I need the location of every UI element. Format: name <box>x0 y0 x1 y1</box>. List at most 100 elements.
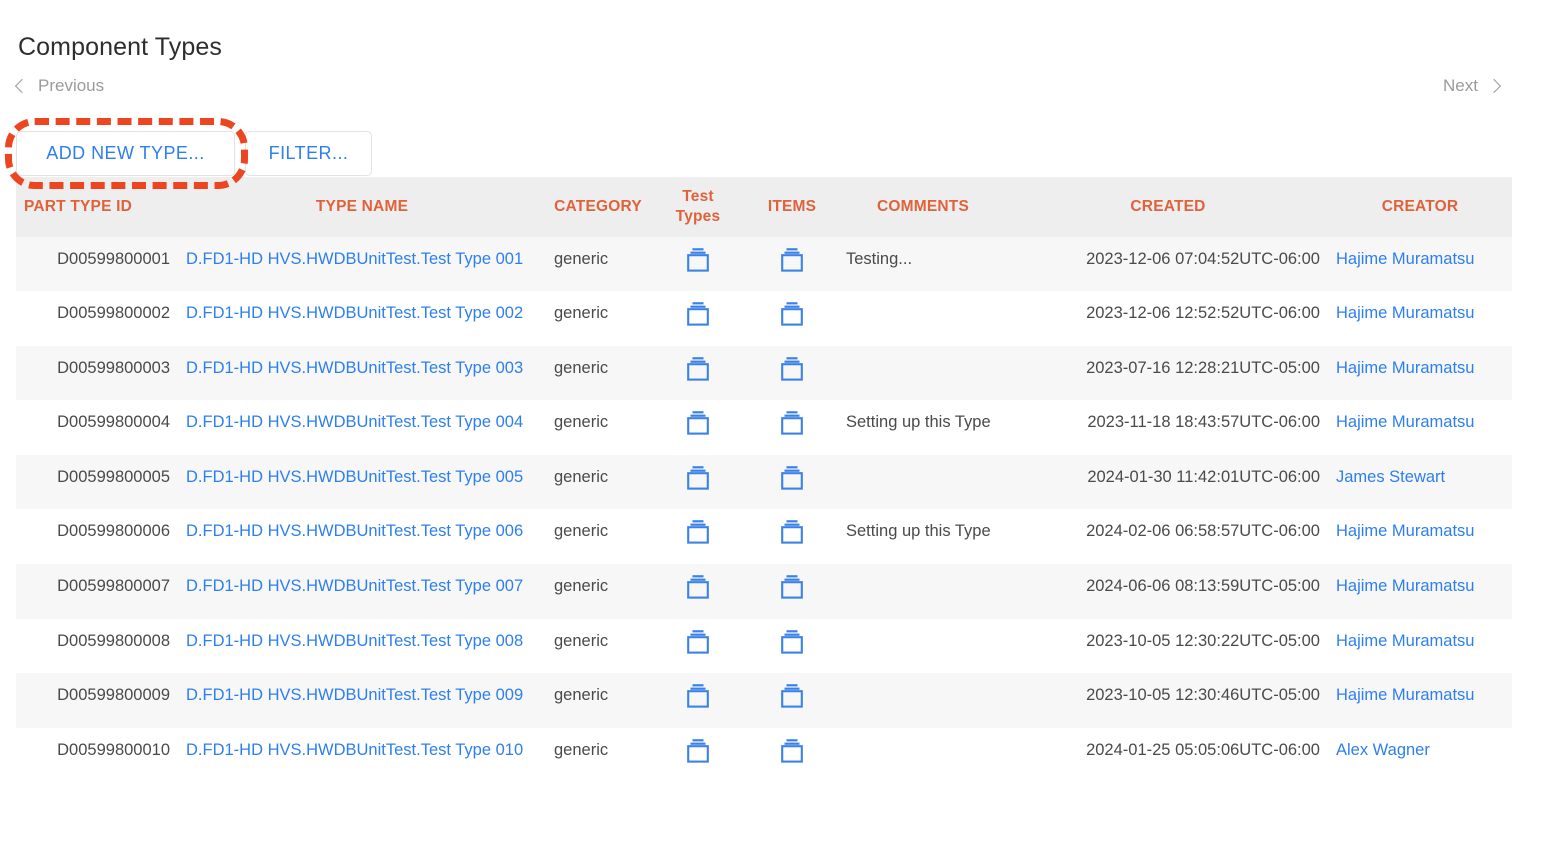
cell-items[interactable] <box>746 509 838 565</box>
cell-items[interactable] <box>746 400 838 455</box>
box-stack-icon[interactable] <box>686 738 710 764</box>
cell-type-name: D.FD1-HD HVS.HWDBUnitTest.Test Type 008 <box>178 618 546 674</box>
creator-link[interactable]: Hajime Muramatsu <box>1336 632 1474 650</box>
table-row: D00599800009 D.FD1-HD HVS.HWDBUnitTest.Te… <box>16 673 1512 728</box>
type-name-link[interactable]: D.FD1-HD HVS.HWDBUnitTest.Test Type 008 <box>186 632 523 650</box>
box-stack-icon[interactable] <box>780 574 804 600</box>
cell-category: generic <box>546 618 650 674</box>
previous-label: Previous <box>38 76 105 95</box>
cell-type-name: D.FD1-HD HVS.HWDBUnitTest.Test Type 006 <box>178 509 546 565</box>
type-name-link[interactable]: D.FD1-HD HVS.HWDBUnitTest.Test Type 001 <box>186 250 523 268</box>
cell-test-types[interactable] <box>650 345 746 401</box>
cell-created: 2024-06-06 08:13:59UTC-05:00 <box>1008 564 1328 619</box>
box-stack-icon[interactable] <box>686 410 710 436</box>
cell-test-types[interactable] <box>650 236 746 292</box>
table-row: D00599800010 D.FD1-HD HVS.HWDBUnitTest.Te… <box>16 727 1512 783</box>
cell-type-name: D.FD1-HD HVS.HWDBUnitTest.Test Type 004 <box>178 400 546 455</box>
cell-test-types[interactable] <box>650 509 746 565</box>
box-stack-icon[interactable] <box>780 519 804 545</box>
toolbar: ADD NEW TYPE... FILTER... <box>16 131 372 176</box>
column-header-test-types[interactable]: Test Types <box>650 177 746 237</box>
type-name-link[interactable]: D.FD1-HD HVS.HWDBUnitTest.Test Type 006 <box>186 522 523 540</box>
add-new-type-button[interactable]: ADD NEW TYPE... <box>16 131 235 176</box>
cell-items[interactable] <box>746 345 838 401</box>
creator-link[interactable]: Hajime Muramatsu <box>1336 359 1474 377</box>
cell-items[interactable] <box>746 727 838 783</box>
column-header-type-name[interactable]: TYPE NAME <box>178 177 546 237</box>
box-stack-icon[interactable] <box>780 247 804 273</box>
column-header-items[interactable]: ITEMS <box>746 177 838 237</box>
box-stack-icon[interactable] <box>686 356 710 382</box>
box-stack-icon[interactable] <box>686 301 710 327</box>
cell-items[interactable] <box>746 564 838 619</box>
box-stack-icon[interactable] <box>780 301 804 327</box>
type-name-link[interactable]: D.FD1-HD HVS.HWDBUnitTest.Test Type 010 <box>186 741 523 759</box>
creator-link[interactable]: Hajime Muramatsu <box>1336 304 1474 322</box>
box-stack-icon[interactable] <box>780 356 804 382</box>
box-stack-icon[interactable] <box>780 410 804 436</box>
cell-created: 2024-01-25 05:05:06UTC-06:00 <box>1008 727 1328 783</box>
cell-items[interactable] <box>746 454 838 510</box>
box-stack-icon[interactable] <box>686 519 710 545</box>
component-types-page: Component Types Previous Next ADD NEW TY… <box>0 0 1542 854</box>
cell-category: generic <box>546 673 650 728</box>
cell-type-name: D.FD1-HD HVS.HWDBUnitTest.Test Type 005 <box>178 454 546 510</box>
cell-part-type-id: D00599800010 <box>16 727 178 783</box>
chevron-right-icon <box>1489 77 1500 95</box>
column-header-part-type-id[interactable]: PART TYPE ID <box>16 177 178 237</box>
next-page-button[interactable]: Next <box>1443 76 1500 96</box>
creator-link[interactable]: Hajime Muramatsu <box>1336 413 1474 431</box>
cell-creator: Hajime Muramatsu <box>1328 618 1512 674</box>
type-name-link[interactable]: D.FD1-HD HVS.HWDBUnitTest.Test Type 002 <box>186 304 523 322</box>
cell-test-types[interactable] <box>650 618 746 674</box>
cell-items[interactable] <box>746 291 838 346</box>
cell-test-types[interactable] <box>650 727 746 783</box>
type-name-link[interactable]: D.FD1-HD HVS.HWDBUnitTest.Test Type 009 <box>186 686 523 704</box>
column-header-category[interactable]: CATEGORY <box>546 177 650 237</box>
table-row: D00599800007 D.FD1-HD HVS.HWDBUnitTest.Te… <box>16 564 1512 619</box>
cell-creator: Hajime Muramatsu <box>1328 236 1512 292</box>
filter-button[interactable]: FILTER... <box>245 131 372 176</box>
cell-items[interactable] <box>746 673 838 728</box>
type-name-link[interactable]: D.FD1-HD HVS.HWDBUnitTest.Test Type 004 <box>186 413 523 431</box>
box-stack-icon[interactable] <box>686 465 710 491</box>
box-stack-icon[interactable] <box>686 683 710 709</box>
creator-link[interactable]: Hajime Muramatsu <box>1336 686 1474 704</box>
box-stack-icon[interactable] <box>780 465 804 491</box>
cell-test-types[interactable] <box>650 564 746 619</box>
creator-link[interactable]: James Stewart <box>1336 468 1445 486</box>
creator-link[interactable]: Hajime Muramatsu <box>1336 522 1474 540</box>
cell-comments: Testing... <box>838 236 1008 292</box>
cell-category: generic <box>546 727 650 783</box>
column-header-creator[interactable]: CREATOR <box>1328 177 1512 237</box>
creator-link[interactable]: Hajime Muramatsu <box>1336 577 1474 595</box>
box-stack-icon[interactable] <box>686 574 710 600</box>
cell-creator: Hajime Muramatsu <box>1328 673 1512 728</box>
cell-part-type-id: D00599800008 <box>16 618 178 674</box>
cell-created: 2023-10-05 12:30:22UTC-05:00 <box>1008 618 1328 674</box>
box-stack-icon[interactable] <box>686 247 710 273</box>
type-name-link[interactable]: D.FD1-HD HVS.HWDBUnitTest.Test Type 005 <box>186 468 523 486</box>
type-name-link[interactable]: D.FD1-HD HVS.HWDBUnitTest.Test Type 007 <box>186 577 523 595</box>
cell-comments: Setting up this Type <box>838 509 1008 565</box>
box-stack-icon[interactable] <box>780 683 804 709</box>
box-stack-icon[interactable] <box>780 738 804 764</box>
cell-test-types[interactable] <box>650 400 746 455</box>
creator-link[interactable]: Hajime Muramatsu <box>1336 250 1474 268</box>
cell-items[interactable] <box>746 236 838 292</box>
column-header-created[interactable]: CREATED <box>1008 177 1328 237</box>
box-stack-icon[interactable] <box>686 629 710 655</box>
creator-link[interactable]: Alex Wagner <box>1336 741 1430 759</box>
box-stack-icon[interactable] <box>780 629 804 655</box>
cell-created: 2023-12-06 12:52:52UTC-06:00 <box>1008 291 1328 346</box>
cell-test-types[interactable] <box>650 673 746 728</box>
previous-page-button[interactable]: Previous <box>16 76 104 96</box>
cell-type-name: D.FD1-HD HVS.HWDBUnitTest.Test Type 009 <box>178 673 546 728</box>
type-name-link[interactable]: D.FD1-HD HVS.HWDBUnitTest.Test Type 003 <box>186 359 523 377</box>
table-row: D00599800003 D.FD1-HD HVS.HWDBUnitTest.Te… <box>16 345 1512 401</box>
cell-comments <box>838 345 1008 401</box>
cell-items[interactable] <box>746 618 838 674</box>
column-header-comments[interactable]: COMMENTS <box>838 177 1008 237</box>
cell-test-types[interactable] <box>650 454 746 510</box>
cell-test-types[interactable] <box>650 291 746 346</box>
